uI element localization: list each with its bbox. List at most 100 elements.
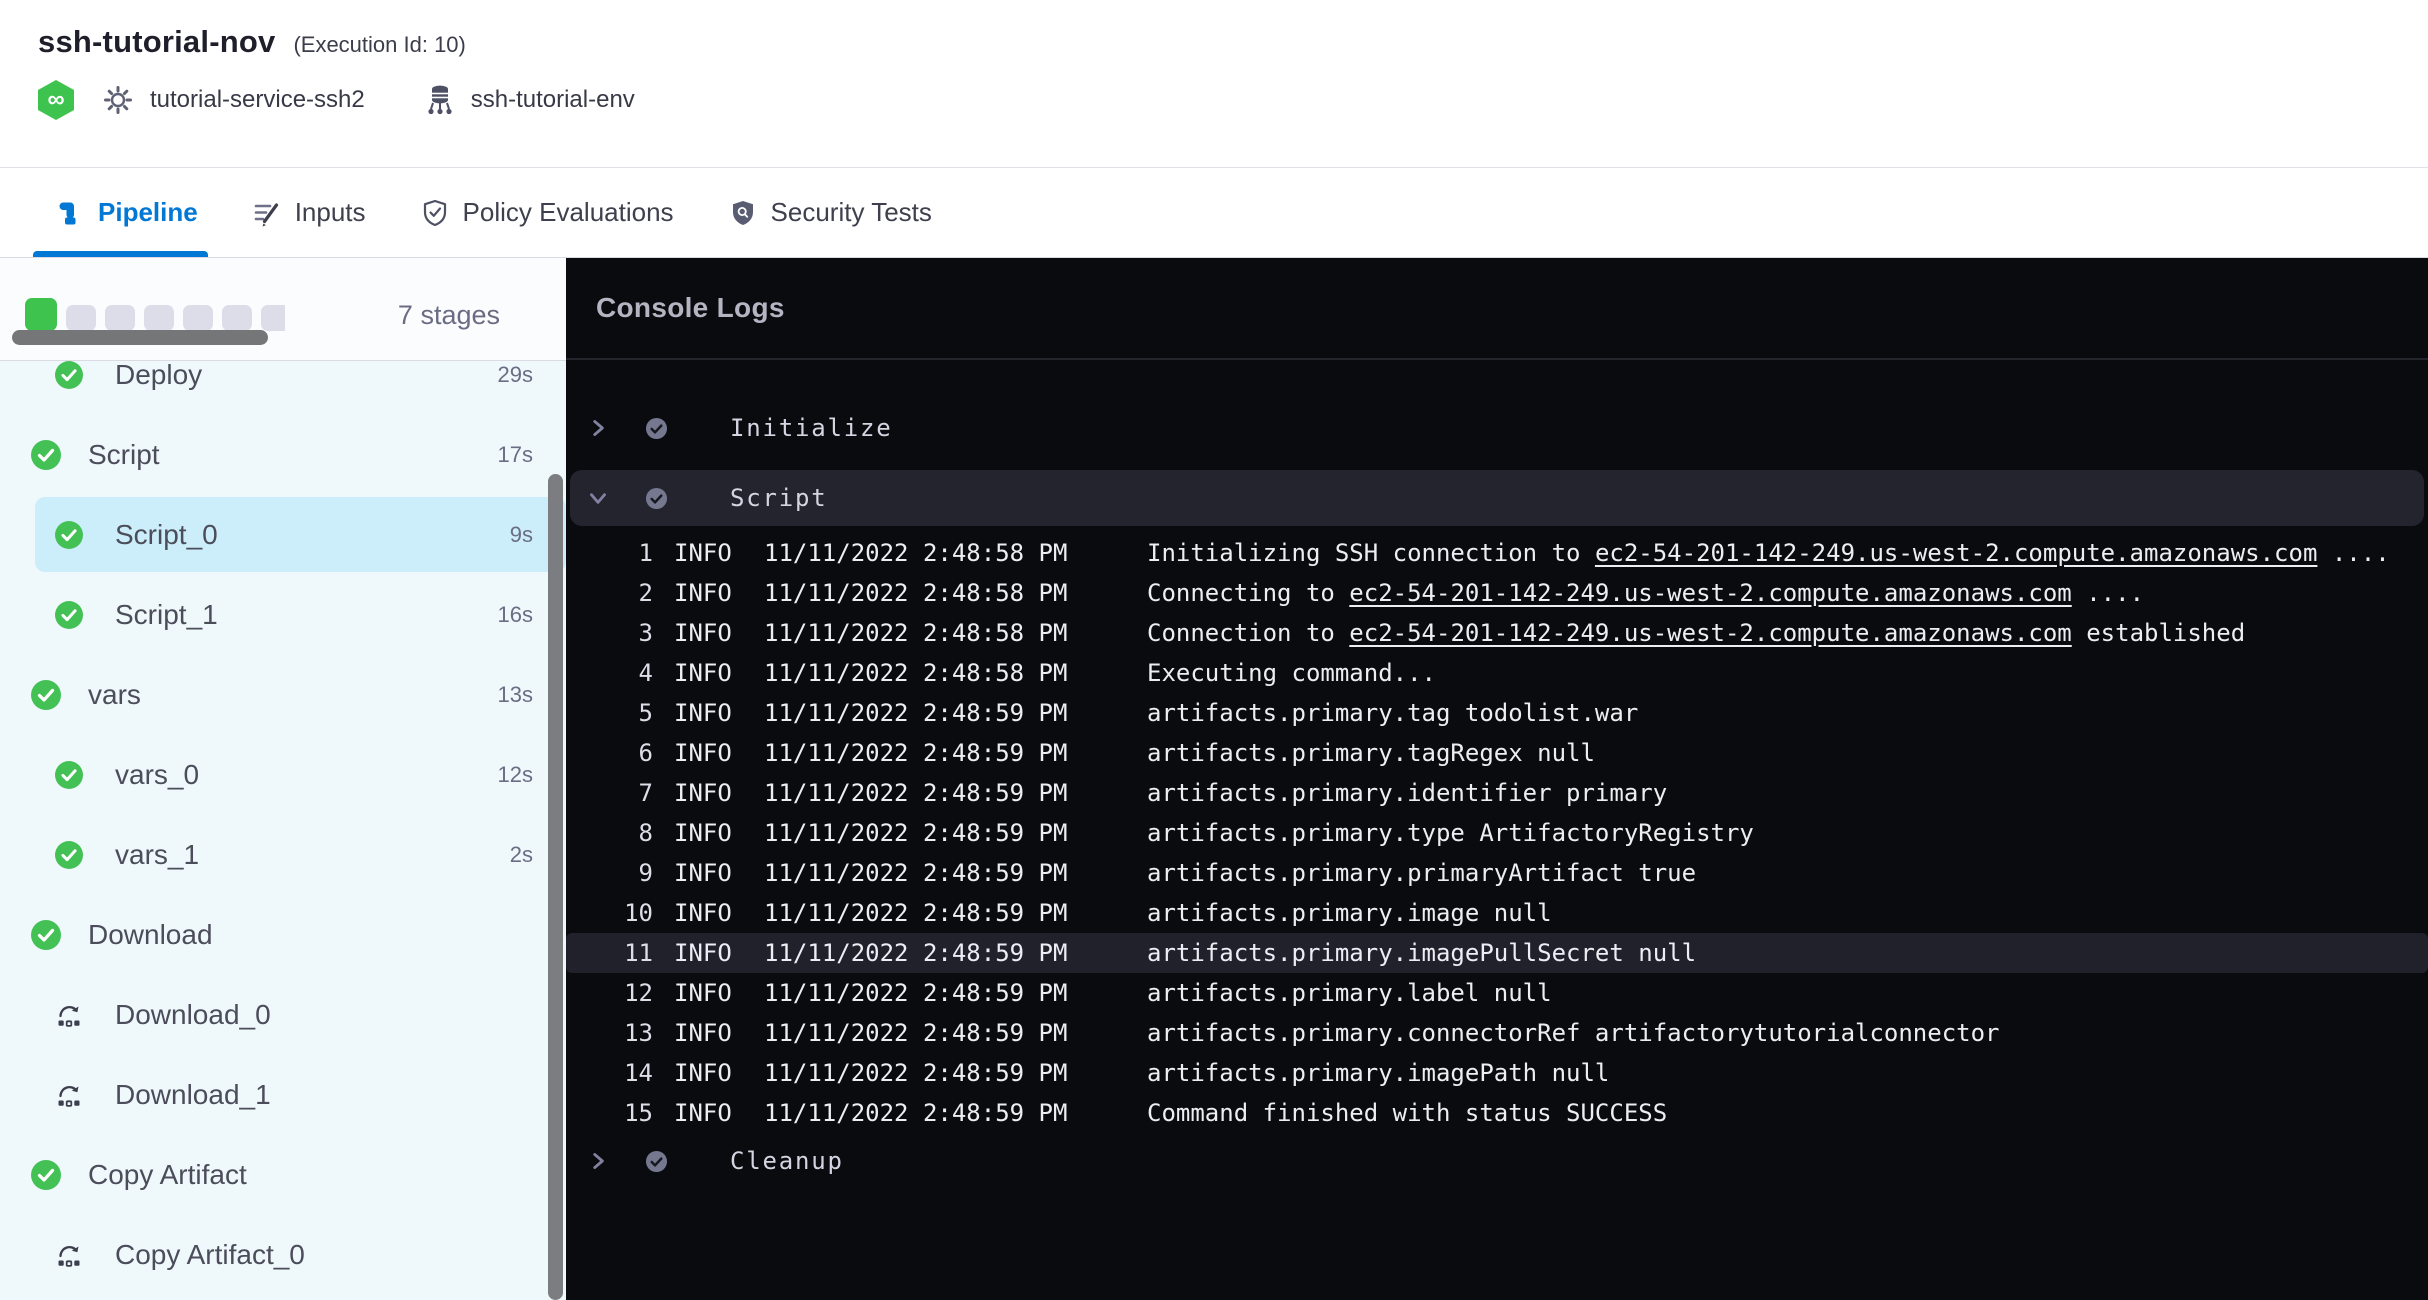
log-level: INFO [674,659,734,687]
log-level: INFO [674,1099,734,1127]
log-text: .... [2072,579,2144,607]
tab-inputs[interactable]: Inputs [252,168,366,257]
tab-security-tests[interactable]: Security Tests [728,168,932,257]
stage-count-label: 7 stages [398,300,500,331]
log-line[interactable]: 14INFO11/11/2022 2:48:59 PMartifacts.pri… [566,1053,2428,1093]
stage-item-vars[interactable]: vars13s [0,655,566,735]
log-line[interactable]: 2INFO11/11/2022 2:48:58 PMConnecting to … [566,573,2428,613]
log-line[interactable]: 15 INFO 11/11/2022 2:48:59 PM Command finis… [566,1093,2428,1133]
console-log-viewer: Initialize Script 1 INFO 11/11/2022 2:48:58 … [566,360,2428,1300]
gear-icon [102,84,134,116]
stage-item-copy-artifact_0[interactable]: Copy Artifact_0 [0,1215,566,1295]
log-link[interactable]: ec2-54-201-142-249.us-west-2.compute.ama… [1349,619,2071,647]
chevron-right-icon[interactable] [586,1149,610,1173]
log-text: Initializing SSH connection to [1147,539,1595,567]
log-timestamp: 11/11/2022 2:48:58 PM [764,539,1067,567]
log-level: INFO [674,579,734,607]
log-message: artifacts.primary.tagRegex null [1147,739,2428,767]
log-line[interactable]: 1 INFO 11/11/2022 2:48:58 PM Initializing S… [566,533,2428,573]
log-line[interactable]: 7INFO11/11/2022 2:48:59 PMartifacts.prim… [566,773,2428,813]
stage-graph-horizontal-scrollbar[interactable] [12,330,268,345]
stage-progress-blocks [25,297,285,331]
stage-item-script[interactable]: Script17s [0,415,566,495]
log-line[interactable]: 10INFO11/11/2022 2:48:59 PMartifacts.pri… [566,893,2428,933]
stage-item-deploy[interactable]: Deploy29s [0,361,566,415]
security-shield-search-icon [728,198,758,228]
log-line[interactable]: 12INFO11/11/2022 2:48:59 PMartifacts.pri… [566,973,2428,1013]
log-timestamp: 11/11/2022 2:48:59 PM [764,1099,1067,1127]
log-text: artifacts.primary.identifier primary [1147,779,1667,807]
stage-block-pending [144,305,174,331]
log-line[interactable]: 5INFO11/11/2022 2:48:59 PMartifacts.prim… [566,693,2428,733]
log-line[interactable]: 4INFO11/11/2022 2:48:58 PMExecuting comm… [566,653,2428,693]
page-title: ssh-tutorial-nov [38,24,275,60]
log-line[interactable]: 11INFO11/11/2022 2:48:59 PMartifacts.pri… [566,933,2428,973]
stage-item-label: Copy Artifact_0 [115,1239,305,1271]
log-text: .... [2317,539,2389,567]
log-text: artifacts.primary.label null [1147,979,1552,1007]
log-group: 1 INFO 11/11/2022 2:48:58 PM Initializing S… [566,533,2428,1133]
log-line[interactable]: 13INFO11/11/2022 2:48:59 PMartifacts.pri… [566,1013,2428,1053]
tab-policy-evaluations[interactable]: Policy Evaluations [420,168,674,257]
log-line-number: 1 [566,539,653,567]
log-level: INFO [674,619,734,647]
log-line-number: 6 [566,739,653,767]
check-circle-icon [645,1150,668,1173]
log-text: artifacts.primary.connectorRef artifacto… [1147,1019,2000,1047]
stage-item-script_0[interactable]: Script_09s [0,495,566,575]
stage-item-label: vars_0 [115,759,199,791]
chevron-down-icon[interactable] [586,486,610,510]
tab-label: Policy Evaluations [463,197,674,228]
stage-item-duration: 13s [498,682,533,708]
command-step-icon [55,1241,83,1269]
log-line[interactable]: 9INFO11/11/2022 2:48:59 PMartifacts.prim… [566,853,2428,893]
log-level: INFO [674,979,734,1007]
stage-item-duration: 9s [510,522,533,548]
log-message: Command finished with status SUCCESS [1147,1099,2428,1127]
log-text: Executing command... [1147,659,1436,687]
log-section-script[interactable]: Script [570,470,2424,526]
log-message: artifacts.primary.image null [1147,899,2428,927]
stage-item-script_1[interactable]: Script_116s [0,575,566,655]
stage-item-copy-artifact[interactable]: Copy Artifact [0,1135,566,1215]
inputs-icon [252,198,282,228]
stage-list-vertical-scrollbar[interactable] [548,474,563,1300]
log-timestamp: 11/11/2022 2:48:59 PM [764,1059,1067,1087]
log-line-number: 13 [566,1019,653,1047]
log-level: INFO [674,1019,734,1047]
stage-item-label: vars_1 [115,839,199,871]
environment-name[interactable]: ssh-tutorial-env [471,86,635,114]
stage-block-pending [66,305,96,331]
log-line[interactable]: 8INFO11/11/2022 2:48:59 PMartifacts.prim… [566,813,2428,853]
stage-item-download_1[interactable]: Download_1 [0,1055,566,1135]
console-header: Console Logs [566,258,2428,360]
stage-item-label: Copy Artifact [88,1159,247,1191]
log-message: artifacts.primary.connectorRef artifacto… [1147,1019,2428,1047]
log-text: Connection to [1147,619,1349,647]
tab-pipeline[interactable]: Pipeline [55,168,198,257]
log-link[interactable]: ec2-54-201-142-249.us-west-2.compute.ama… [1595,539,2317,567]
log-link[interactable]: ec2-54-201-142-249.us-west-2.compute.ama… [1349,579,2071,607]
chevron-right-icon[interactable] [586,416,610,440]
log-line-number: 15 [566,1099,653,1127]
log-text: artifacts.primary.primaryArtifact true [1147,859,1696,887]
console-title: Console Logs [596,292,785,324]
stage-item-vars_0[interactable]: vars_012s [0,735,566,815]
log-line[interactable]: 6INFO11/11/2022 2:48:59 PMartifacts.prim… [566,733,2428,773]
log-level: INFO [674,819,734,847]
log-line[interactable]: 3INFO11/11/2022 2:48:58 PMConnection to … [566,613,2428,653]
log-level: INFO [674,1059,734,1087]
stage-block-pending [261,305,285,331]
stage-item-download[interactable]: Download [0,895,566,975]
log-level: INFO [674,539,734,567]
log-section-cleanup[interactable]: Cleanup [570,1133,2424,1189]
tab-bar: Pipeline Inputs Policy Evaluations Security… [0,168,2428,258]
log-section-initialize[interactable]: Initialize [570,400,2424,456]
stage-item-download_0[interactable]: Download_0 [0,975,566,1055]
service-name[interactable]: tutorial-service-ssh2 [150,86,365,114]
stage-block-pending [222,305,252,331]
stage-item-vars_1[interactable]: vars_12s [0,815,566,895]
execution-id-label: (Execution Id: 10) [293,32,465,58]
stage-item-label: Script [88,439,160,471]
check-circle-icon [645,487,668,510]
